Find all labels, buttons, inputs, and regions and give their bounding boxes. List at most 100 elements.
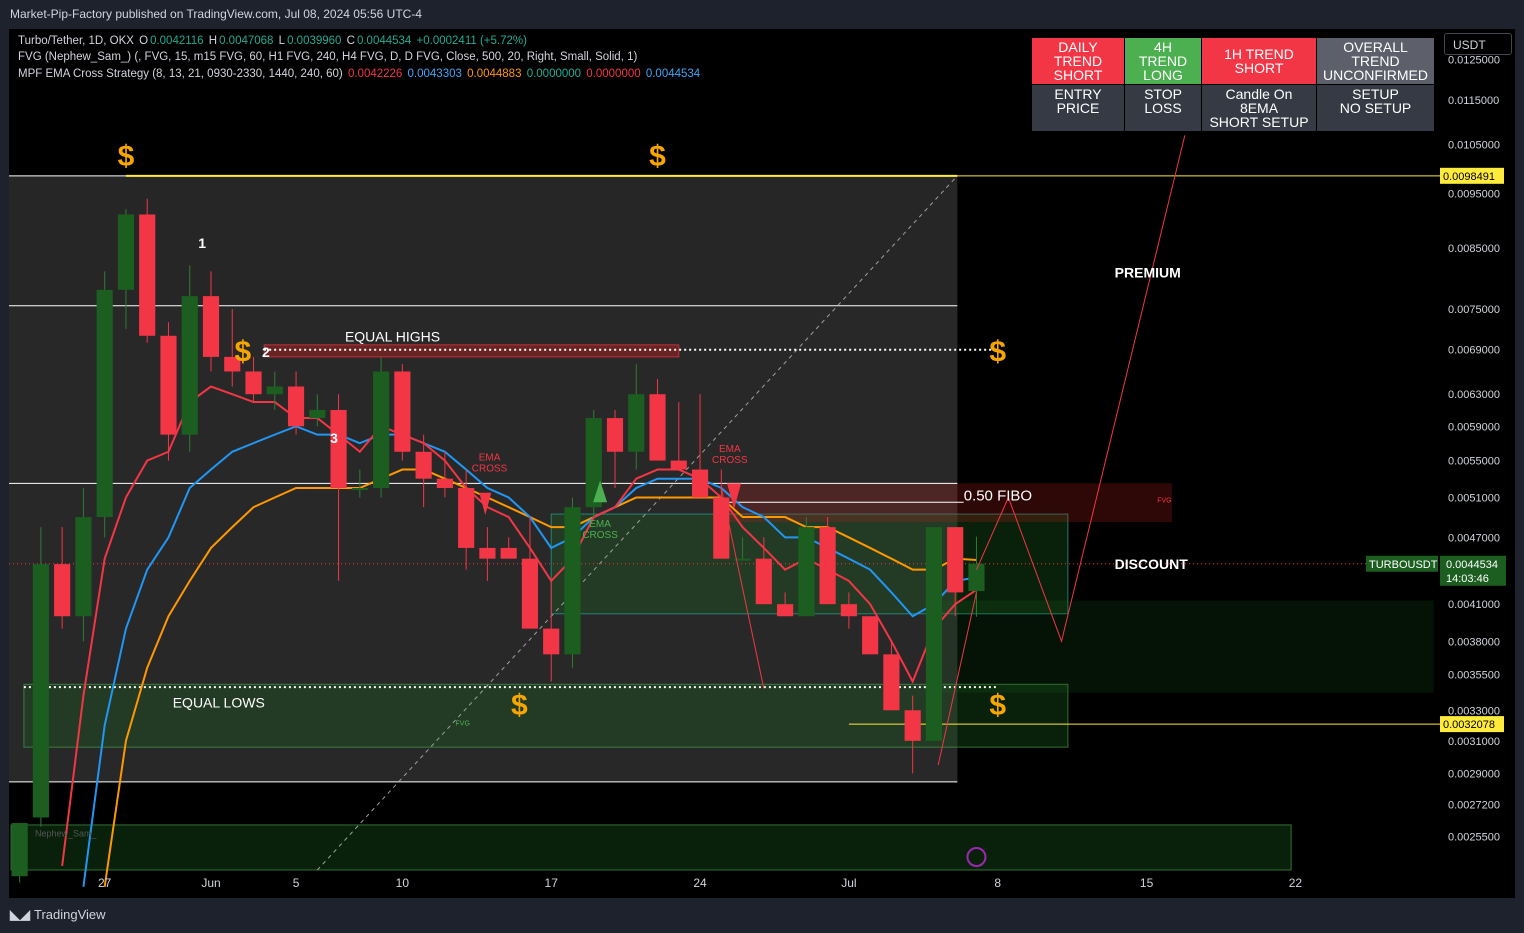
candle-body-24: [521, 558, 539, 629]
legend-close: 0.0044534: [356, 35, 412, 47]
tv-logo-icon: ◣◢: [10, 907, 30, 922]
setup-cell: SETUP NO SETUP: [1316, 84, 1435, 132]
trend-table: DAILY TREND SHORT 4H TREND LONG 1H TREND…: [1031, 37, 1435, 132]
dollar-sign-2: $: [511, 689, 528, 722]
candle-body-31: [670, 460, 687, 470]
equal-lows-label: EQUAL LOWS: [173, 694, 265, 710]
y-tick-6: 0.0069000: [1448, 345, 1500, 357]
y-tick-13: 0.0038000: [1448, 636, 1500, 648]
legend-symbol: Turbo/Tether, 1D, OKX: [18, 35, 134, 47]
tradingview-logo[interactable]: ◣◢ TradingView: [10, 907, 106, 923]
wave-1: 1: [198, 235, 206, 251]
legend-change: +0.0002411 (+5.72%): [416, 35, 527, 47]
candle-body-11: [245, 371, 262, 395]
y-tick-2: 0.0105000: [1448, 140, 1500, 152]
nephew-watermark: Nephew_Sam_: [35, 828, 98, 838]
candle-body-6: [139, 214, 156, 336]
premium-label: PREMIUM: [1115, 264, 1181, 280]
ema-cross-label-1-1: CROSS: [472, 464, 508, 475]
legend-ema-v6: 0.0044534: [645, 68, 701, 80]
legend-ema-v1: 0.0042226: [347, 68, 403, 80]
tradingview-brand: TradingView: [34, 907, 106, 922]
y-tick-0: 0.0125000: [1448, 54, 1500, 66]
discount-label: DISCOUNT: [1115, 556, 1189, 572]
candle-body-3: [75, 517, 92, 617]
candle-body-26: [564, 507, 581, 655]
discount-zone: [933, 600, 1434, 693]
candle-body-39: [840, 604, 857, 617]
wave-2: 2: [262, 344, 270, 360]
candle-body-12: [266, 386, 283, 395]
candle-body-43: [925, 527, 943, 741]
candle-body-25: [543, 628, 560, 655]
fvg-label-2: FVG: [456, 720, 470, 727]
legend-h-label: H: [208, 35, 218, 47]
y-tick-10: 0.0051000: [1448, 492, 1500, 504]
ema-cross-label-2-0: EMA: [589, 519, 611, 530]
x-tick-9: 22: [1289, 876, 1303, 890]
currency-selector[interactable]: USDT: [1444, 33, 1512, 55]
dollar-sign-5: $: [989, 689, 1006, 722]
y-tick-18: 0.0027200: [1448, 800, 1500, 812]
legend-l-label: L: [278, 35, 286, 47]
price-label-top: 0.0098491: [1443, 171, 1495, 183]
x-tick-2: 5: [293, 876, 300, 890]
dollar-sign-4: $: [989, 336, 1006, 369]
y-tick-11: 0.0047000: [1448, 532, 1500, 544]
candle-8ema-cell: Candle On 8EMA SHORT SETUP: [1201, 84, 1317, 132]
overall-trend-cell: OVERALL TREND UNCONFIRMED: [1316, 37, 1435, 85]
legend-ema-v5: 0.0000000: [586, 68, 641, 80]
entry-price-cell: ENTRY PRICE: [1031, 84, 1125, 132]
y-tick-9: 0.0055000: [1448, 456, 1500, 468]
y-tick-16: 0.0031000: [1448, 736, 1500, 748]
fvg-label-1: FVG: [1157, 497, 1171, 504]
y-tick-12: 0.0041000: [1448, 599, 1500, 611]
y-tick-14: 0.0035500: [1448, 670, 1500, 682]
legend-fvg: FVG (Nephew_Sam_) (, FVG, 15, m15 FVG, 6…: [18, 51, 638, 63]
candle-body-28: [606, 418, 624, 452]
current-symbol: TURBOUSDT: [1369, 559, 1438, 571]
y-tick-4: 0.0085000: [1448, 243, 1500, 255]
ema-cross-label-2-1: CROSS: [582, 530, 618, 541]
equal-highs-fvg: [263, 344, 680, 358]
fibo-label: 0.50 FIBO: [964, 487, 1032, 504]
candle-body-41: [883, 654, 900, 711]
legend-high: 0.0047068: [219, 35, 274, 47]
x-tick-4: 17: [545, 876, 559, 890]
candle-body-30: [649, 394, 666, 461]
legend-ema-name: MPF EMA Cross Strategy (8, 13, 21, 0930-…: [18, 68, 343, 80]
y-tick-7: 0.0063000: [1448, 389, 1500, 401]
y-tick-17: 0.0029000: [1448, 768, 1500, 780]
x-tick-1: Jun: [201, 876, 220, 890]
candle-body-32: [691, 469, 709, 498]
candle-body-37: [798, 527, 815, 617]
legend-low: 0.0039960: [287, 35, 342, 47]
y-tick-5: 0.0075000: [1448, 304, 1500, 316]
stop-loss-cell: STOP LOSS: [1124, 84, 1202, 132]
candle-body-7: [160, 335, 177, 435]
wave-3: 3: [330, 430, 338, 446]
candle-body-21: [458, 488, 475, 548]
candle-body-0: [11, 823, 28, 877]
candle-body-36: [777, 604, 794, 617]
daily-trend-cell: DAILY TREND SHORT: [1031, 37, 1125, 85]
candle-body-9: [202, 296, 220, 357]
candlestick-chart[interactable]: EQUAL HIGHS EQUAL LOWS 0.50 FIBO PREMIUM DIS…: [0, 0, 1524, 933]
legend-open: 0.0042116: [150, 35, 204, 47]
candle-body-42: [904, 710, 921, 741]
4h-trend-cell: 4H TREND LONG: [1124, 37, 1202, 85]
x-tick-3: 10: [396, 876, 410, 890]
candle-body-18: [394, 371, 411, 452]
candle-body-29: [628, 394, 645, 452]
legend-ema-strategy: MPF EMA Cross Strategy (8, 13, 21, 0930-…: [18, 68, 702, 80]
y-tick-19: 0.0025500: [1448, 831, 1500, 843]
current-price: 0.0044534: [1446, 559, 1498, 571]
candle-body-5: [117, 214, 135, 290]
candle-body-33: [713, 497, 730, 559]
legend-ema-v3: 0.0044883: [467, 68, 522, 80]
candle-body-44: [947, 527, 964, 593]
bottom-fvg-zone: [10, 824, 1292, 871]
legend-ohlc: Turbo/Tether, 1D, OKX O 0.0042116 H 0.0047…: [18, 35, 529, 47]
candle-body-20: [436, 478, 453, 489]
ema-cross-label-3-1: CROSS: [712, 455, 748, 466]
